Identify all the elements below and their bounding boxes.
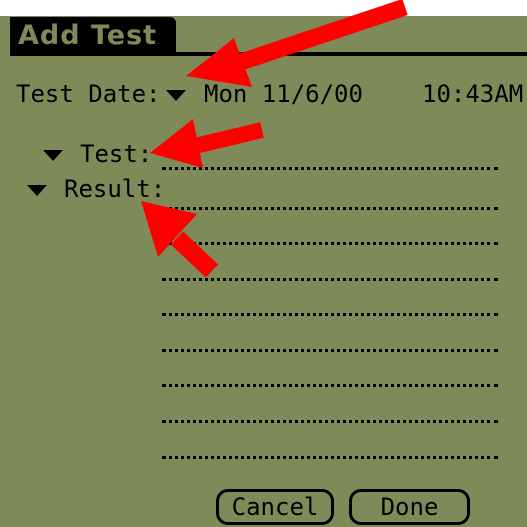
palm-screen: Add Test Test Date: Mon 11/6/00 10:43AM … [0,0,527,527]
annotation-arrows [141,0,408,278]
red-arrow-icon [186,0,408,87]
red-arrow-icon [150,119,264,168]
red-arrow-icon [141,201,219,278]
